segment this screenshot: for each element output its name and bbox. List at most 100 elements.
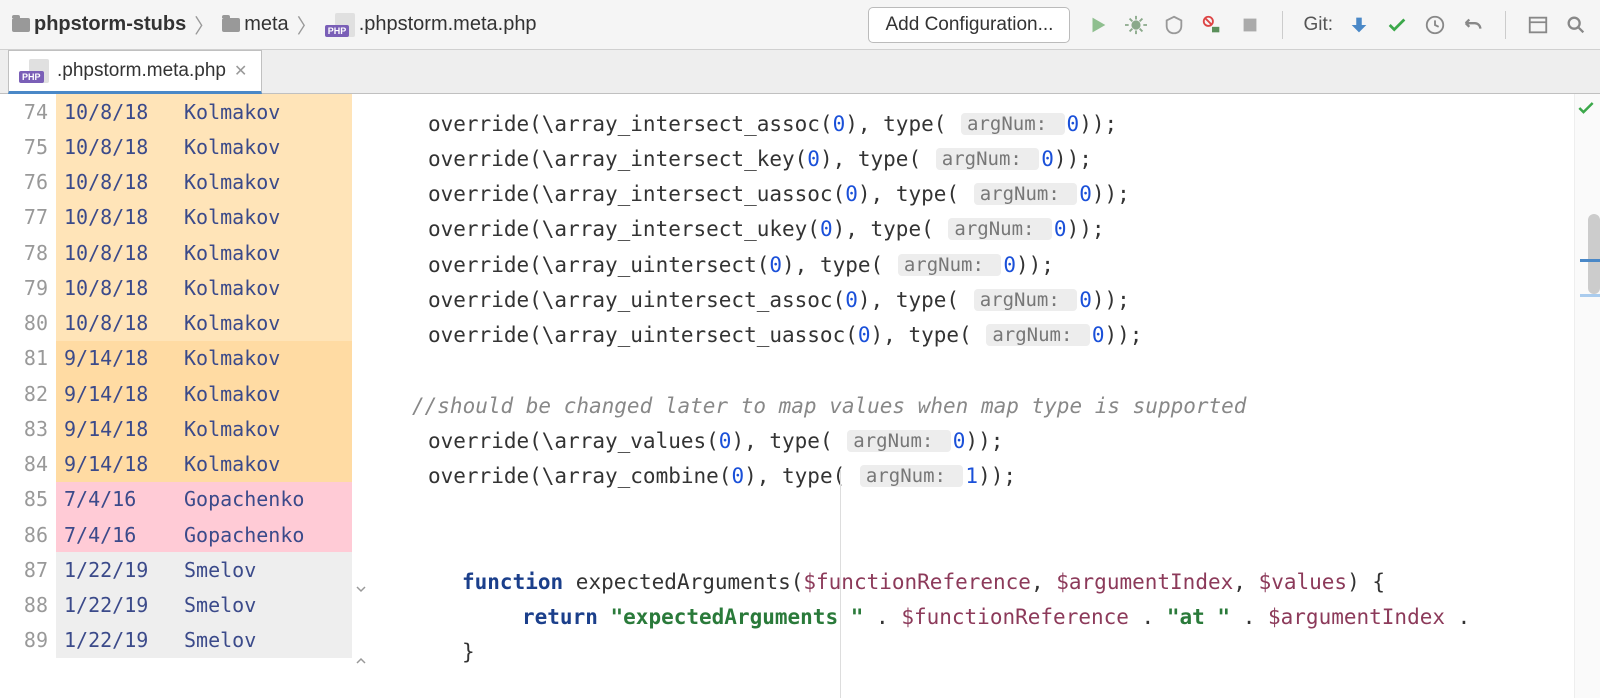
blame-author: Smelov [184,628,256,652]
blame-annotation[interactable]: 10/8/18 Kolmakov [56,94,352,129]
blame-author: Gopachenko [184,487,304,511]
toolbar: phpstorm-stubs 〉 meta 〉 PHP .phpstorm.me… [0,0,1600,50]
code-line: override(\array_uintersect(0), type( arg… [372,247,1574,282]
git-label: Git: [1303,14,1333,36]
separator [1282,11,1283,39]
line-number: 74 [0,100,56,124]
profiler-icon[interactable] [1200,13,1224,37]
blame-author: Smelov [184,558,256,582]
blame-annotation[interactable]: 7/4/16 Gopachenko [56,482,352,517]
stop-icon[interactable] [1238,13,1262,37]
git-history-icon[interactable] [1423,13,1447,37]
blame-date: 1/22/19 [64,558,168,582]
php-file-icon: PHP [19,59,49,83]
inspection-ok-icon[interactable] [1576,98,1596,123]
blame-annotation[interactable]: 10/8/18 Kolmakov [56,270,352,305]
close-icon[interactable]: ✕ [234,61,247,81]
blame-annotation[interactable]: 10/8/18 Kolmakov [56,200,352,235]
blame-author: Kolmakov [184,417,280,441]
coverage-icon[interactable] [1162,13,1186,37]
line-number: 80 [0,311,56,335]
code-line: } [372,635,1574,670]
blame-author: Kolmakov [184,276,280,300]
blame-annotation[interactable]: 9/14/18 Kolmakov [56,341,352,376]
scrollbar-thumb[interactable] [1588,214,1600,294]
line-number: 84 [0,452,56,476]
git-commit-icon[interactable] [1385,13,1409,37]
git-update-icon[interactable] [1347,13,1371,37]
indent-guide [840,469,841,698]
blame-author: Kolmakov [184,241,280,265]
blame-author: Kolmakov [184,205,280,229]
code-line: override(\array_intersect_assoc(0), type… [372,106,1574,141]
code-line [372,353,1574,388]
code-line-cutoff [372,94,1574,106]
tab-label: .phpstorm.meta.php [57,60,226,82]
breadcrumb-folder[interactable]: meta [222,13,288,36]
line-number: 88 [0,593,56,617]
gutter-row: 83 9/14/18 Kolmakov [0,411,352,446]
blame-date: 10/8/18 [64,170,168,194]
blame-annotation[interactable]: 10/8/18 Kolmakov [56,129,352,164]
layout-icon[interactable] [1526,13,1550,37]
blame-date: 1/22/19 [64,593,168,617]
code-editor[interactable]: override(\array_intersect_assoc(0), type… [372,94,1574,698]
blame-annotation[interactable]: 10/8/18 Kolmakov [56,165,352,200]
blame-date: 9/14/18 [64,452,168,476]
blame-author: Gopachenko [184,523,304,547]
blame-author: Kolmakov [184,382,280,406]
blame-author: Kolmakov [184,346,280,370]
git-revert-icon[interactable] [1461,13,1485,37]
blame-date: 1/22/19 [64,628,168,652]
debug-icon[interactable] [1124,13,1148,37]
error-stripe-marker[interactable] [1580,259,1600,262]
blame-annotation[interactable]: 9/14/18 Kolmakov [56,376,352,411]
breadcrumb-file[interactable]: PHP .phpstorm.meta.php [325,13,537,37]
blame-annotation[interactable]: 7/4/16 Gopachenko [56,517,352,552]
tab-phpstorm-meta[interactable]: PHP .phpstorm.meta.php ✕ [8,50,262,94]
blame-date: 10/8/18 [64,241,168,265]
blame-annotation[interactable]: 10/8/18 Kolmakov [56,306,352,341]
code-line: override(\array_uintersect_assoc(0), typ… [372,282,1574,317]
code-line: override(\array_intersect_ukey(0), type(… [372,212,1574,247]
blame-date: 10/8/18 [64,311,168,335]
line-number: 85 [0,487,56,511]
separator [1505,11,1506,39]
line-number: 87 [0,558,56,582]
code-line: override(\array_intersect_uassoc(0), typ… [372,177,1574,212]
code-line [372,529,1574,564]
breadcrumb-root-label: phpstorm-stubs [34,13,186,36]
fold-expand-icon[interactable] [354,654,368,668]
folder-icon [12,18,30,32]
folder-icon [222,18,240,32]
breadcrumb-file-label: .phpstorm.meta.php [359,13,537,36]
line-number: 81 [0,346,56,370]
blame-annotation[interactable]: 1/22/19 Smelov [56,588,352,623]
code-line: override(\array_combine(0), type( argNum… [372,459,1574,494]
run-icon[interactable] [1086,13,1110,37]
code-line: //should be changed later to map values … [372,388,1574,423]
gutter-row: 74 10/8/18 Kolmakov [0,94,352,129]
run-toolbar: Git: [1086,11,1588,39]
blame-author: Kolmakov [184,452,280,476]
gutter-row: 87 1/22/19 Smelov [0,552,352,587]
search-icon[interactable] [1564,13,1588,37]
blame-annotation[interactable]: 9/14/18 Kolmakov [56,411,352,446]
fold-collapse-icon[interactable] [354,582,368,596]
line-number: 86 [0,523,56,547]
blame-annotation[interactable]: 9/14/18 Kolmakov [56,447,352,482]
gutter-row: 79 10/8/18 Kolmakov [0,270,352,305]
error-stripe-marker[interactable] [1580,294,1600,297]
blame-annotation[interactable]: 1/22/19 Smelov [56,552,352,587]
blame-date: 7/4/16 [64,487,168,511]
blame-annotation[interactable]: 1/22/19 Smelov [56,623,352,658]
breadcrumb-root[interactable]: phpstorm-stubs [12,13,186,36]
blame-annotation[interactable]: 10/8/18 Kolmakov [56,235,352,270]
code-line [372,494,1574,529]
blame-date: 10/8/18 [64,100,168,124]
gutter-row: 76 10/8/18 Kolmakov [0,165,352,200]
php-file-icon: PHP [325,13,355,37]
blame-date: 9/14/18 [64,382,168,406]
add-configuration-button[interactable]: Add Configuration... [868,7,1070,43]
blame-author: Kolmakov [184,100,280,124]
